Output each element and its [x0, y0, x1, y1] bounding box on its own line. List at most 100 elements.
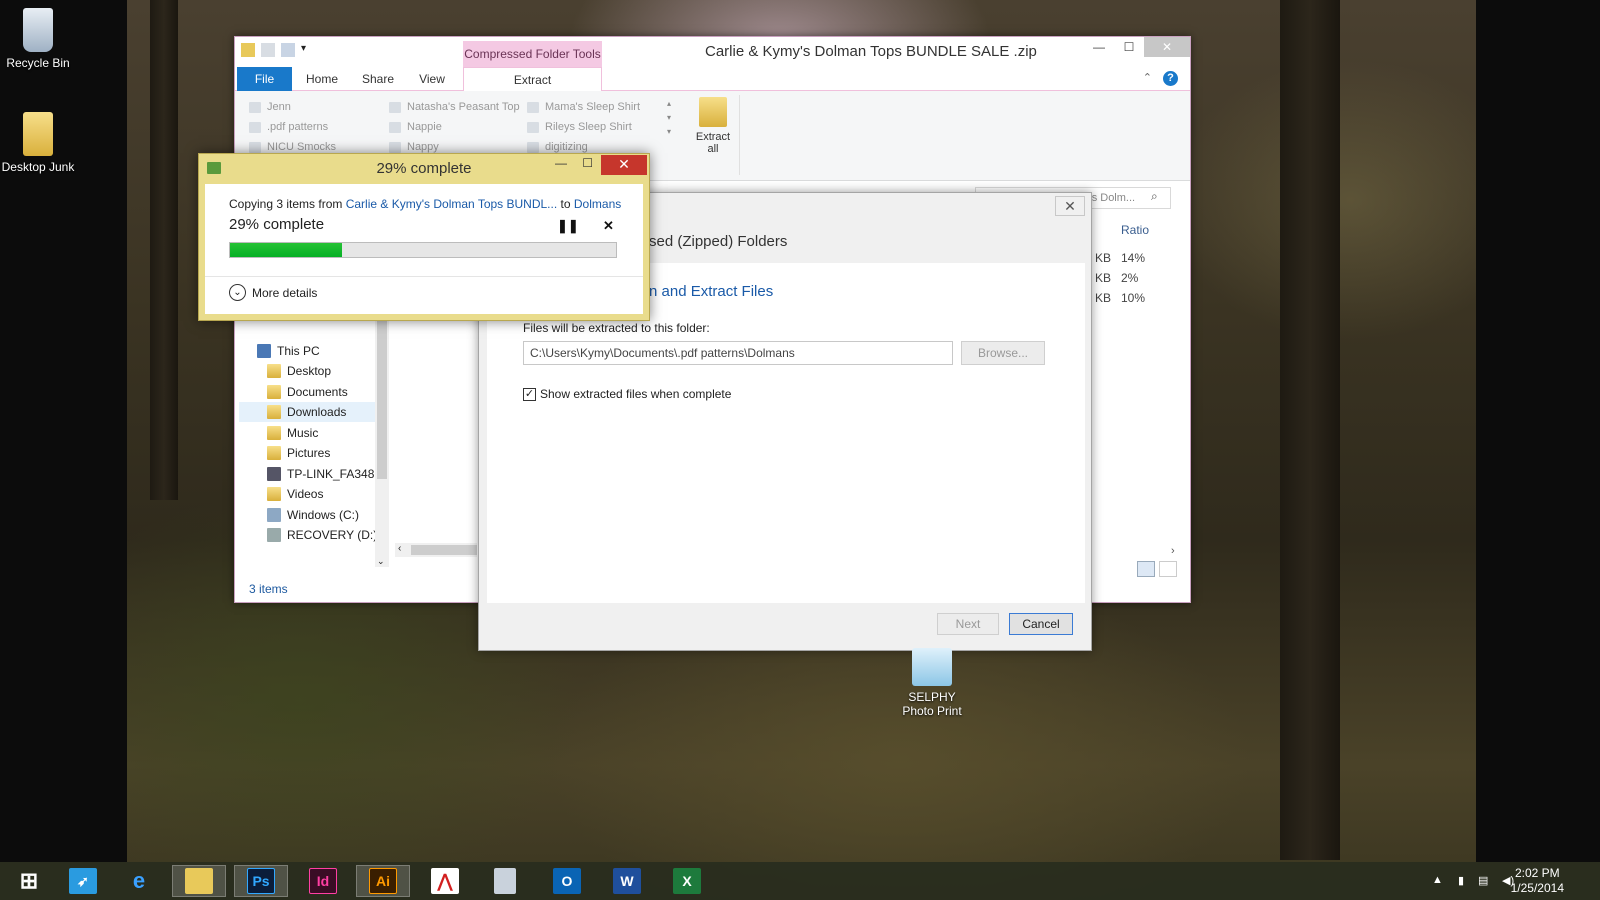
- start-button[interactable]: ⊞: [2, 865, 56, 897]
- windows-logo-icon: ⊞: [19, 868, 39, 893]
- row-size-unit: KB: [1095, 271, 1112, 285]
- progress-bar-fill: [230, 243, 342, 257]
- cancel-button[interactable]: Cancel: [1009, 613, 1073, 635]
- taskbar-excel[interactable]: X: [660, 865, 714, 897]
- nav-item-windows-c[interactable]: Windows (C:): [239, 505, 375, 525]
- nav-item-documents[interactable]: Documents: [239, 382, 375, 402]
- taskbar-outlook[interactable]: O: [540, 865, 594, 897]
- new-folder-icon[interactable]: [281, 43, 295, 57]
- minimize-button[interactable]: —: [1084, 37, 1114, 57]
- pause-button[interactable]: ❚❚: [557, 218, 579, 234]
- content-hscrollbar[interactable]: ‹: [395, 543, 477, 557]
- help-icon[interactable]: ?: [1163, 71, 1178, 86]
- folder-label: Files will be extracted to this folder:: [523, 321, 710, 335]
- ribbon-tabs: File Home Share View Extract ⌃ ?: [235, 67, 1190, 91]
- next-button[interactable]: Next: [937, 613, 999, 635]
- progress-bar: [229, 242, 617, 258]
- minimize-button[interactable]: —: [555, 156, 567, 170]
- destination-nicu-smocks[interactable]: NICU Smocks: [249, 141, 336, 153]
- browse-button[interactable]: Browse...: [961, 341, 1045, 365]
- column-ratio[interactable]: Ratio: [1121, 223, 1149, 237]
- destination-jenn[interactable]: Jenn: [249, 101, 291, 113]
- taskbar-acrobat[interactable]: ⋀: [418, 865, 472, 897]
- destination-natashas-peasant-top[interactable]: Natasha's Peasant Top: [389, 101, 520, 113]
- more-details-toggle[interactable]: ⌄ More details: [229, 284, 317, 301]
- destination-rileys-sleep-shirt[interactable]: Rileys Sleep Shirt: [527, 121, 632, 133]
- desktop-icon-label: Recycle Bin: [6, 56, 70, 70]
- tab-extract[interactable]: Extract: [463, 67, 602, 91]
- maximize-button[interactable]: ☐: [582, 156, 593, 170]
- nav-item-recovery-d[interactable]: RECOVERY (D:): [239, 525, 377, 545]
- divider: [205, 276, 643, 277]
- chevron-down-icon[interactable]: ▾: [301, 43, 315, 57]
- destination-nappy[interactable]: Nappy: [389, 141, 439, 153]
- destination-nappie[interactable]: Nappie: [389, 121, 442, 133]
- system-clock[interactable]: 2:02 PM 1/25/2014: [1511, 866, 1564, 896]
- tab-file[interactable]: File: [237, 67, 292, 91]
- scroll-left-icon[interactable]: ‹: [398, 543, 401, 554]
- nav-item-this-pc[interactable]: This PC: [239, 341, 375, 361]
- destination-digitizing[interactable]: digitizing: [527, 141, 588, 153]
- show-hidden-icons[interactable]: ▲: [1432, 874, 1443, 886]
- network-icon[interactable]: ▤: [1478, 874, 1488, 887]
- details-view-icon[interactable]: [1137, 561, 1155, 577]
- computer-icon: [257, 344, 271, 358]
- nav-item-desktop[interactable]: Desktop: [239, 361, 375, 381]
- nav-item-pictures[interactable]: Pictures: [239, 443, 375, 463]
- show-files-checkbox[interactable]: ✓: [523, 387, 536, 401]
- desktop-icon-label: Desktop Junk: [1, 160, 75, 174]
- cancel-copy-button[interactable]: ✕: [603, 218, 614, 234]
- source-link[interactable]: Carlie & Kymy's Dolman Tops BUNDL...: [346, 197, 557, 211]
- desktop-icon-recycle-bin[interactable]: Recycle Bin: [0, 8, 78, 70]
- gallery-scroll[interactable]: ▴ ▾ ▾: [667, 97, 677, 155]
- extract-to-gallery: Jenn .pdf patterns NICU Smocks Natasha's…: [245, 95, 675, 155]
- tab-view[interactable]: View: [409, 67, 455, 91]
- search-icon: ⌕: [1151, 189, 1158, 203]
- nav-item-videos[interactable]: Videos: [239, 484, 375, 504]
- destination-link[interactable]: Dolmans: [574, 197, 621, 211]
- context-tab-compressed-folder-tools: Compressed Folder Tools: [463, 41, 602, 67]
- show-files-checkbox-row[interactable]: ✓ Show extracted files when complete: [523, 387, 731, 401]
- clock-date: 1/25/2014: [1510, 881, 1564, 895]
- indesign-icon: Id: [309, 868, 337, 894]
- nav-item-music[interactable]: Music: [239, 423, 375, 443]
- tree-trunk: [1280, 0, 1340, 860]
- maximize-button[interactable]: ☐: [1114, 37, 1144, 57]
- folder-icon: [267, 385, 281, 399]
- navigation-pane: This PC Desktop Documents Downloads Musi…: [239, 337, 391, 567]
- nav-item-tp-link[interactable]: TP-LINK_FA348E: [239, 464, 382, 484]
- taskbar-file-explorer[interactable]: [172, 865, 226, 897]
- taskbar-app-launcher[interactable]: ➶: [56, 865, 110, 897]
- taskbar-calculator[interactable]: [478, 865, 532, 897]
- properties-icon[interactable]: [261, 43, 275, 57]
- desktop-icon-selphy[interactable]: SELPHY Photo Print: [892, 648, 972, 718]
- desktop-icon-desktop-junk[interactable]: Desktop Junk: [0, 112, 78, 174]
- close-button[interactable]: ✕: [1144, 37, 1190, 57]
- taskbar-illustrator[interactable]: Ai: [356, 865, 410, 897]
- collapse-ribbon-icon[interactable]: ⌃: [1143, 71, 1152, 84]
- chevron-down-icon: ⌄: [229, 284, 246, 301]
- folder-icon[interactable]: [241, 43, 255, 57]
- close-button[interactable]: ✕: [601, 155, 647, 175]
- photoshop-icon: Ps: [247, 868, 275, 894]
- large-icons-view-icon[interactable]: [1159, 561, 1177, 577]
- destination-pdf-patterns[interactable]: .pdf patterns: [249, 121, 328, 133]
- nav-item-downloads[interactable]: Downloads: [239, 402, 375, 422]
- taskbar-photoshop[interactable]: Ps: [234, 865, 288, 897]
- tab-home[interactable]: Home: [297, 67, 347, 91]
- taskbar-internet-explorer[interactable]: e: [112, 865, 166, 897]
- battery-icon[interactable]: ▮: [1458, 874, 1464, 887]
- destination-folder-input[interactable]: C:\Users\Kymy\Documents\.pdf patterns\Do…: [523, 341, 953, 365]
- scrollbar-thumb[interactable]: [411, 545, 477, 555]
- chevron-down-icon[interactable]: ⌄: [377, 556, 385, 567]
- downloads-folder-icon: [267, 405, 281, 419]
- tab-share[interactable]: Share: [353, 67, 403, 91]
- scroll-right-icon[interactable]: ›: [1171, 545, 1175, 557]
- destination-mamas-sleep-shirt[interactable]: Mama's Sleep Shirt: [527, 101, 640, 113]
- taskbar-word[interactable]: W: [600, 865, 654, 897]
- scrollbar-thumb[interactable]: [377, 309, 387, 479]
- extract-all-button[interactable]: Extract all: [691, 97, 735, 155]
- nav-scrollbar[interactable]: ⌄: [375, 305, 389, 567]
- close-button[interactable]: ✕: [1055, 196, 1085, 216]
- taskbar-indesign[interactable]: Id: [296, 865, 350, 897]
